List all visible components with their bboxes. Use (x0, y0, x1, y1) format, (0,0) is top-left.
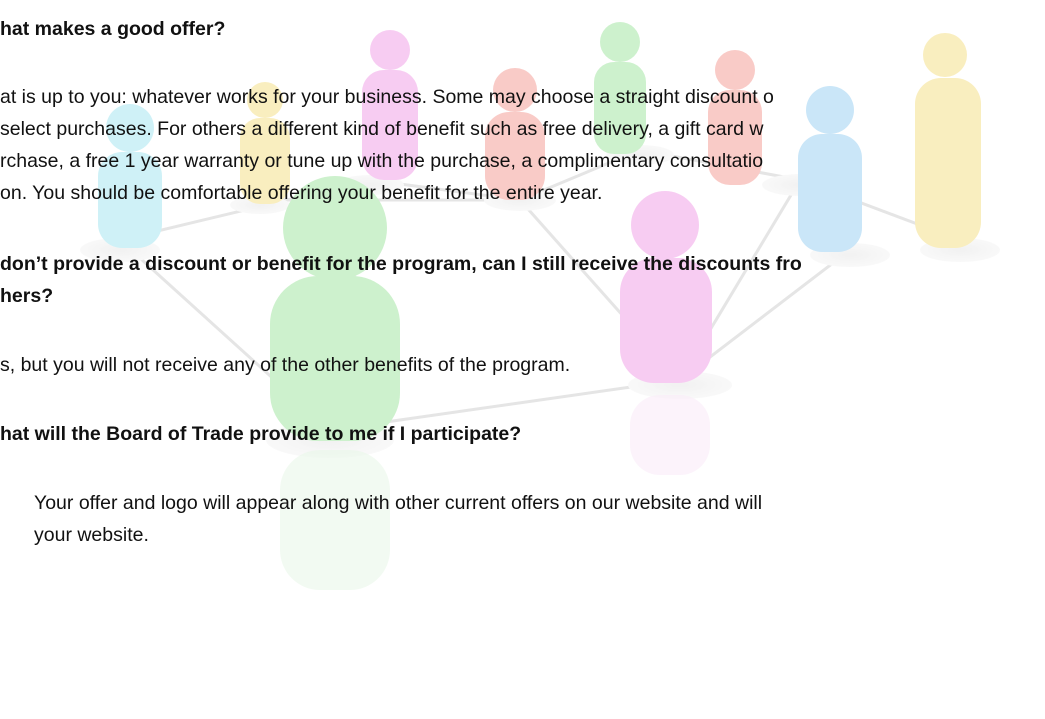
answer-line: your website. (34, 524, 149, 546)
answer-line: select purchases. For others a different… (0, 118, 764, 140)
question-no-discount-line: don’t provide a discount or benefit for … (0, 253, 802, 275)
answer-line: at is up to you: whatever works for your… (0, 86, 774, 108)
answer-line: on. You should be comfortable offering y… (0, 182, 603, 204)
answer-line: rchase, a free 1 year warranty or tune u… (0, 150, 764, 172)
question-no-discount-line: hers? (0, 285, 54, 307)
question-board-of-trade: hat will the Board of Trade provide to m… (0, 423, 522, 445)
answer-line: Your offer and logo will appear along wi… (34, 492, 763, 514)
answer-no-discount: s, but you will not receive any of the o… (0, 354, 571, 376)
question-what-makes-good-offer: hat makes a good offer? (0, 18, 226, 40)
